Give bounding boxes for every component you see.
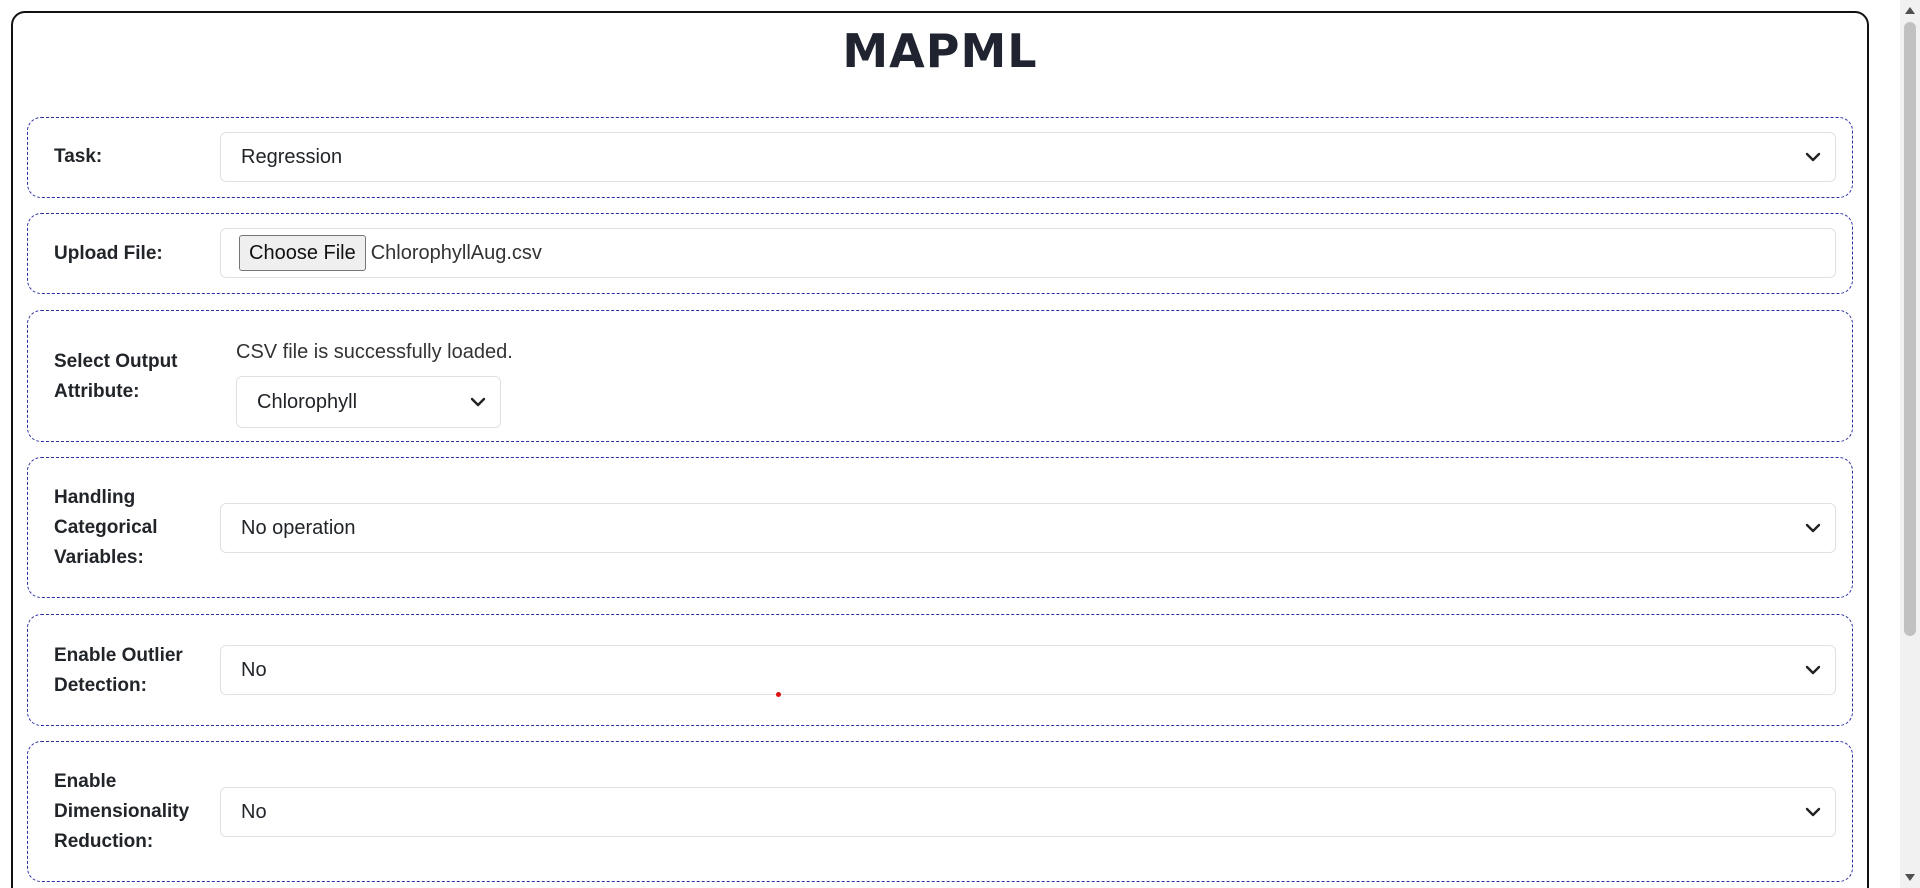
outlier-select[interactable]: No [220,645,1836,695]
categorical-label: Handling Categorical Variables: [54,483,204,573]
chevron-down-icon [1805,807,1821,817]
outlier-label-line2: Detection: [54,675,147,696]
dimensionality-label-line3: Reduction: [54,831,154,852]
chevron-down-icon [470,397,486,407]
dimensionality-select[interactable]: No [220,787,1836,837]
task-label: Task: [54,146,103,167]
outlier-label: Enable Outlier Detection: [54,641,214,701]
page-scrollbar[interactable] [1900,0,1920,888]
categorical-select-value: No operation [241,516,356,539]
output-attribute-label-line2: Attribute: [54,381,140,402]
output-attribute-label-line1: Select Output [54,351,178,372]
categorical-label-line1: Handling [54,487,136,508]
dimensionality-label-line1: Enable [54,771,117,792]
page-title: MAPML [842,24,1038,78]
outlier-section: Enable Outlier Detection: No [27,614,1853,726]
file-input[interactable]: Choose File ChlorophyllAug.csv [220,228,1836,278]
dimensionality-label: Enable Dimensionality Reduction: [54,767,204,857]
dimensionality-section: Enable Dimensionality Reduction: No [27,741,1853,882]
output-attribute-label: Select Output Attribute: [54,347,204,407]
chevron-down-icon [1805,152,1821,162]
categorical-select[interactable]: No operation [220,503,1836,553]
task-select[interactable]: Regression [220,132,1836,182]
outlier-label-line1: Enable Outlier [54,645,183,666]
choose-file-button[interactable]: Choose File [239,235,366,271]
output-attribute-value: Chlorophyll [257,390,358,413]
file-name: ChlorophyllAug.csv [370,241,542,264]
task-section: Task: Regression [27,117,1853,198]
task-select-value: Regression [241,145,343,168]
cursor-dot [776,692,781,697]
categorical-label-line2: Categorical [54,517,158,538]
chevron-down-icon [1805,523,1821,533]
upload-section: Upload File: Choose File ChlorophyllAug.… [27,213,1853,294]
upload-label: Upload File: [54,243,163,264]
scrollbar-thumb[interactable] [1904,22,1916,636]
csv-status-text: CSV file is successfully loaded. [236,341,513,363]
categorical-section: Handling Categorical Variables: No opera… [27,457,1853,598]
categorical-label-line3: Variables: [54,547,144,568]
outlier-select-value: No [241,658,267,681]
output-attribute-section: Select Output Attribute: CSV file is suc… [27,310,1853,442]
scroll-up-icon[interactable] [1905,6,1915,14]
dimensionality-label-line2: Dimensionality [54,801,190,822]
scroll-down-icon[interactable] [1905,874,1915,882]
chevron-down-icon [1805,665,1821,675]
dimensionality-select-value: No [241,800,267,823]
output-attribute-select[interactable]: Chlorophyll [236,376,501,428]
